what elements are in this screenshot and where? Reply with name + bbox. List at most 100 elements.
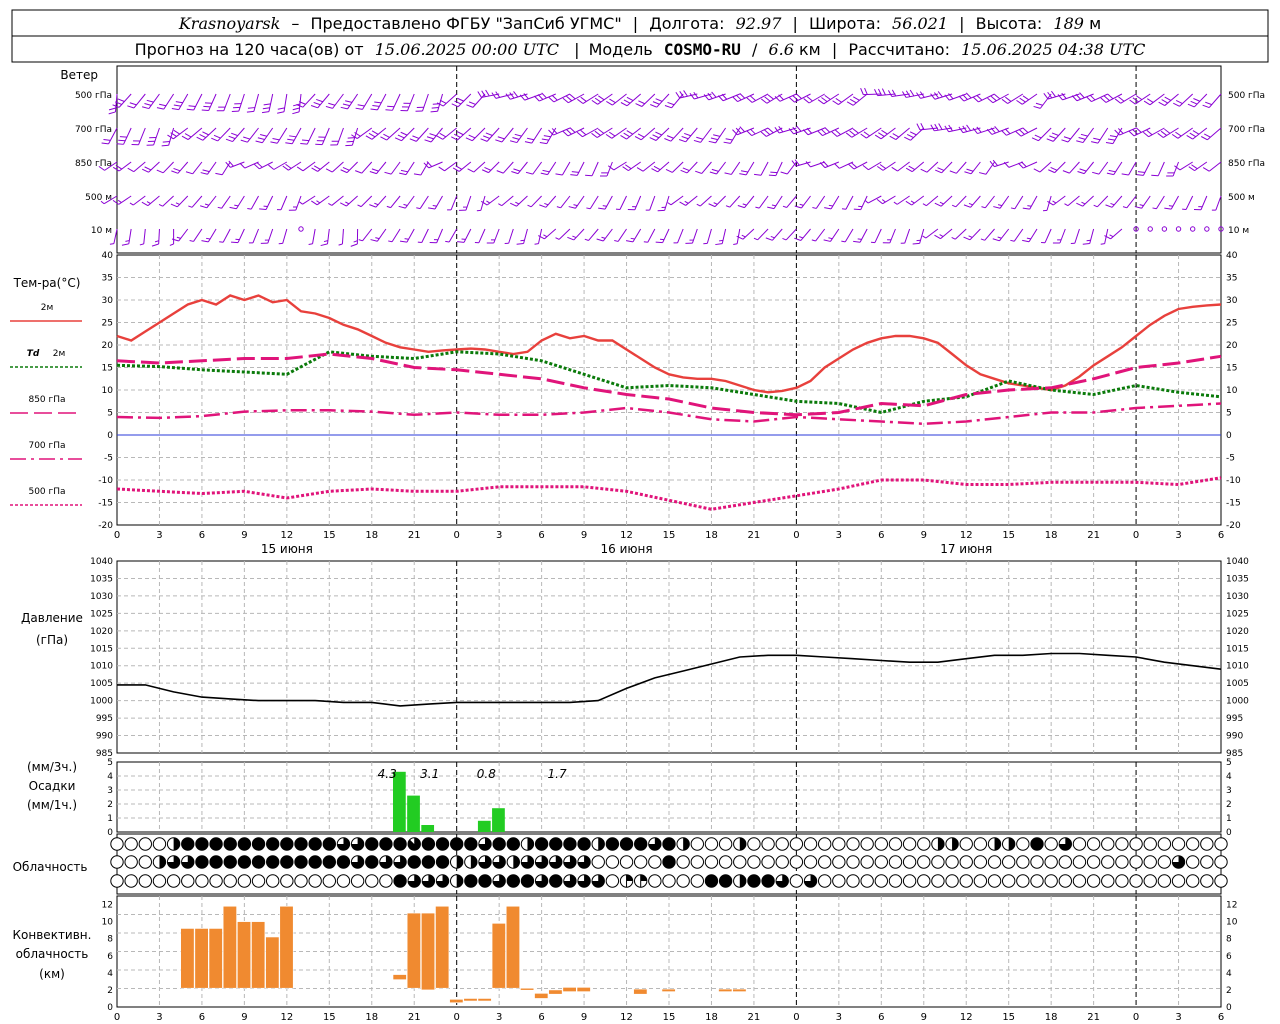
- pressure-y-tick-right: 1025: [1226, 609, 1249, 619]
- wind-barb: [963, 195, 981, 208]
- wind-barb: [498, 195, 514, 207]
- wind-barb-flag: [1106, 172, 1114, 176]
- wind-barb: [1052, 228, 1066, 244]
- cloud-circle: [1058, 874, 1073, 888]
- wind-barb: [567, 228, 585, 241]
- wind-barb-flag: [101, 142, 109, 145]
- wind-barb-flag: [732, 96, 738, 102]
- cloud-fill-partial: [470, 855, 478, 869]
- pressure-y-tick: 1025: [90, 609, 113, 619]
- wind-barb: [146, 127, 160, 146]
- wind-barb-staff: [775, 161, 783, 176]
- wind-barb-staff: [244, 161, 259, 169]
- wind-barb-flag: [1146, 129, 1153, 136]
- wind-barb-flag: [664, 138, 672, 142]
- cloud-circle: [888, 874, 903, 888]
- wind-barb-flag: [430, 110, 438, 113]
- wind-level-label: 10 м: [91, 226, 112, 236]
- cloud-circle: [931, 874, 945, 888]
- cloud-circle: [1200, 855, 1214, 869]
- wind-barb: [486, 228, 500, 244]
- header-dash: –: [291, 14, 299, 33]
- convective-bar: [463, 998, 478, 1002]
- wind-barb-flag: [569, 127, 576, 133]
- wind-barb-flag: [1121, 173, 1129, 176]
- cloud-symbol-middle: [860, 855, 874, 869]
- wind-barb-flag: [835, 97, 842, 103]
- wind-barb-flag: [997, 236, 1002, 239]
- wind-barb: [217, 195, 231, 209]
- wind-barb-flag: [129, 102, 137, 106]
- cloud-symbol-lower: [987, 874, 1002, 888]
- cloud-symbol-lower: [549, 874, 563, 888]
- wind-barb-staff: [223, 93, 231, 111]
- wind-barb-flag: [129, 202, 134, 206]
- wind-barb: [315, 127, 330, 146]
- wind-barb-flag: [742, 203, 747, 206]
- time-tick: 12: [620, 530, 633, 541]
- cloud-symbol-middle: [747, 855, 761, 869]
- alt-label: Высота:: [976, 14, 1043, 33]
- wind-barb-flag: [1109, 234, 1114, 238]
- cloud-circle: [138, 855, 153, 869]
- wind-barb-flag: [1022, 127, 1029, 133]
- wind-barb: [270, 127, 288, 144]
- cloud-fill-full: [620, 837, 633, 851]
- convective-y-tick-right: 12: [1226, 901, 1237, 911]
- wind-barb-flag: [1010, 207, 1015, 210]
- time-tick: 12: [280, 530, 293, 541]
- wind-barb-staff: [405, 161, 415, 175]
- wind-barb-flag: [296, 166, 304, 172]
- cloud-circle: [110, 855, 124, 869]
- wind-barb-flag: [316, 98, 323, 103]
- wind-barb-flag: [1018, 129, 1025, 135]
- cloud-symbol-upper: [761, 837, 775, 851]
- cloud-fill-full: [478, 874, 492, 888]
- cloud-circle: [832, 874, 846, 888]
- cloud-circle: [152, 874, 167, 888]
- wind-barb-staff: [377, 93, 387, 111]
- wind-barb-staff: [602, 228, 613, 242]
- wind-barb-flag: [1079, 168, 1087, 172]
- cloud-cover-symbols: [110, 837, 1228, 888]
- wind-barb: [1041, 228, 1052, 244]
- wind-barb-flag: [853, 240, 861, 243]
- wind-barb-flag: [1175, 100, 1183, 105]
- temperature-y-tick: 20: [102, 341, 114, 351]
- cloud-symbol-lower: [152, 874, 167, 888]
- wind-barb: [299, 195, 316, 205]
- wind-barb-flag: [817, 99, 825, 105]
- wind-barb-flag: [1077, 170, 1085, 175]
- wind-barb-staff: [280, 195, 288, 211]
- wind-barb-staff: [970, 195, 981, 208]
- cloud-fill-partial: [598, 837, 605, 851]
- wind-barb: [417, 228, 429, 243]
- wind-barb-flag: [1035, 102, 1043, 106]
- wind-barb: [986, 126, 1009, 135]
- wind-barb-flag: [933, 92, 940, 99]
- wind-barb-staff: [970, 161, 981, 175]
- time-axis-ticks: 0 3 6 9 12 15 18 21 0 3 6 9 12 15 18 21 0 3 6 9 12 15 18 21 0 3 6: [114, 530, 1224, 541]
- cloud-symbol-lower: [1171, 874, 1186, 888]
- wind-barb: [355, 161, 373, 174]
- wind-barb: [1033, 93, 1052, 109]
- wind-barb: [156, 161, 174, 174]
- cloud-symbol-upper: [648, 837, 662, 851]
- time-tick: 6: [1218, 530, 1224, 541]
- cloud-symbol-middle: [506, 855, 521, 869]
- wind-barb: [709, 161, 727, 175]
- wind-barb-flag: [625, 240, 634, 243]
- wind-barb: [1121, 161, 1137, 176]
- wind-barb: [562, 127, 585, 137]
- cloud-symbol-lower: [718, 874, 733, 888]
- wind-barb-flag: [908, 165, 916, 170]
- wind-barb-flag: [355, 107, 363, 110]
- wind-barb-staff: [758, 195, 769, 209]
- wind-barb: [585, 161, 599, 177]
- wind-barb: [325, 161, 344, 173]
- wind-barb-flag: [655, 241, 663, 244]
- wind-barb-flag: [823, 239, 831, 242]
- time-tick: 3: [836, 530, 842, 541]
- wind-barb-flag: [513, 91, 519, 98]
- cloud-circle: [110, 874, 124, 888]
